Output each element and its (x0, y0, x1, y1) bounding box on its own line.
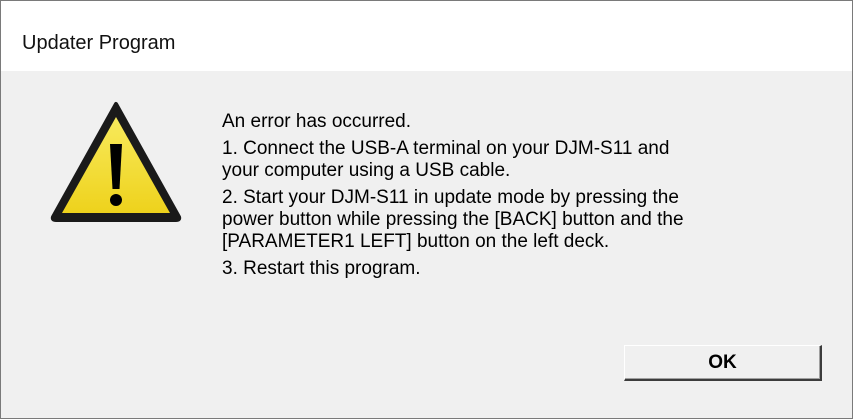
error-dialog: Updater Program An error has occurred. 1… (0, 0, 853, 419)
message-line: 2. Start your DJM-S11 in update mode by … (222, 187, 679, 208)
message-line: your computer using a USB cable. (222, 160, 511, 181)
message-line: An error has occurred. (222, 111, 412, 132)
window-title: Updater Program (22, 32, 176, 54)
ok-button[interactable]: OK (624, 345, 822, 381)
error-message: An error has occurred. 1. Connect the US… (222, 111, 822, 280)
message-line: [PARAMETER1 LEFT] button on the left dec… (222, 231, 610, 252)
message-line: 1. Connect the USB-A terminal on your DJ… (222, 138, 670, 159)
warning-icon (50, 102, 182, 222)
message-line: power button while pressing the [BACK] b… (222, 209, 684, 230)
message-line: 3. Restart this program. (222, 258, 421, 279)
dialog-body: An error has occurred. 1. Connect the US… (1, 71, 852, 418)
title-bar[interactable]: Updater Program (1, 1, 852, 71)
